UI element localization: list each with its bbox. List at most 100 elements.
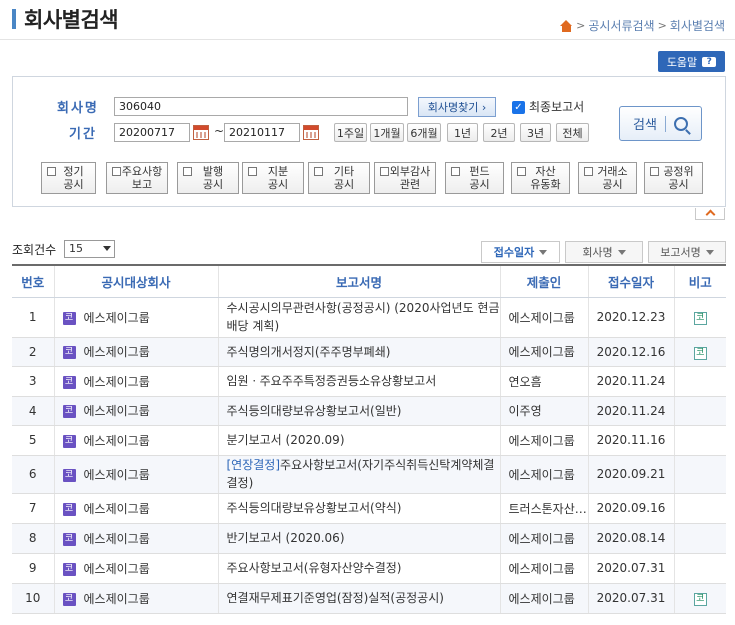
category-major-report[interactable]: 주요사항 보고: [106, 162, 168, 194]
breadcrumb-item-company-search[interactable]: 회사별검색: [670, 17, 725, 34]
kosdaq-icon: 코: [62, 468, 76, 482]
help-button[interactable]: 도움말 ?: [658, 51, 725, 72]
submitter-cell: 에스제이그룹: [499, 297, 588, 338]
period-2year-button[interactable]: 2년: [483, 123, 515, 142]
company-name-link[interactable]: 에스제이그룹: [84, 345, 150, 359]
period-1month-button[interactable]: 1개월: [370, 123, 404, 142]
category-checkbox[interactable]: [650, 167, 659, 176]
note-cell: [673, 493, 726, 524]
find-company-button[interactable]: 회사명찾기 ›: [418, 97, 496, 117]
row-number: 2: [12, 337, 54, 367]
kosdaq-note-icon[interactable]: 코: [693, 593, 707, 606]
row-number: 9: [12, 553, 54, 584]
company-name-link[interactable]: 에스제이그룹: [84, 532, 150, 546]
category-equity-disclosure[interactable]: 지분 공시: [242, 162, 304, 194]
kosdaq-note-icon[interactable]: 코: [693, 346, 707, 360]
category-checkbox[interactable]: [183, 167, 192, 176]
calendar-icon[interactable]: [193, 125, 209, 140]
company-cell: 코 에스제이그룹: [53, 396, 218, 426]
category-asset-securitization[interactable]: 자산 유동화: [511, 162, 570, 194]
receipt-date: 2020.12.16: [587, 337, 674, 367]
kosdaq-icon: 코: [62, 405, 76, 418]
sort-label: 회사명: [582, 246, 613, 259]
category-exchange-disclosure[interactable]: 거래소 공시: [578, 162, 637, 194]
category-fund-disclosure[interactable]: 펀드 공시: [445, 162, 504, 194]
table-row: 8 코 에스제이그룹 반기보고서 (2020.06) 에스제이그룹 2020.08.14: [12, 523, 726, 554]
category-other-disclosure[interactable]: 기타 공시: [308, 162, 370, 194]
note-cell: [673, 455, 726, 494]
category-checkbox[interactable]: [584, 167, 593, 176]
kosdaq-note-icon[interactable]: 코: [693, 312, 707, 325]
help-button-label: 도움말: [666, 55, 698, 69]
period-all-button[interactable]: 전체: [556, 123, 589, 142]
category-checkbox[interactable]: [248, 167, 257, 176]
category-ftc-disclosure[interactable]: 공정위 공시: [644, 162, 703, 194]
report-name-link[interactable]: [연장결정]주요사항보고서(자기주식취득신탁계약체결결정): [217, 455, 500, 494]
count-select[interactable]: 15: [64, 240, 115, 258]
category-periodic-disclosure[interactable]: 정기 공시: [41, 162, 96, 194]
question-icon: ?: [702, 56, 717, 67]
category-checkbox[interactable]: [314, 167, 323, 176]
date-to-input[interactable]: 20210117: [224, 123, 300, 142]
report-name-link[interactable]: 연결재무제표기준영업(잠정)실적(공정공시): [217, 583, 500, 614]
category-checkbox[interactable]: [380, 167, 389, 176]
sort-by-company-button[interactable]: 회사명: [565, 241, 643, 263]
search-panel: 회사명 306040 회사명찾기 › ✓ 최종보고서 기간 20200717 ~…: [12, 76, 726, 207]
report-name-link[interactable]: 분기보고서 (2020.09): [217, 425, 500, 456]
breadcrumb: > 공시서류검색 > 회사별검색: [560, 17, 725, 34]
period-1week-button[interactable]: 1주일: [334, 123, 367, 142]
sort-by-date-button[interactable]: 접수일자: [481, 241, 560, 263]
category-checkbox[interactable]: [112, 167, 121, 176]
category-external-audit[interactable]: 외부감사 관련: [374, 162, 436, 194]
kosdaq-icon: 코: [62, 502, 76, 516]
report-name-link[interactable]: 주식등의대량보유상황보고서(약식): [217, 493, 500, 524]
final-report-checkbox[interactable]: ✓: [512, 101, 525, 114]
category-checkbox[interactable]: [47, 167, 56, 176]
period-1year-button[interactable]: 1년: [447, 123, 478, 142]
note-cell: 코: [673, 583, 726, 614]
period-6month-button[interactable]: 6개월: [407, 123, 441, 142]
search-button[interactable]: 검색: [619, 106, 702, 141]
report-tag[interactable]: [연장결정]: [227, 458, 281, 472]
category-issuance-disclosure[interactable]: 발행 공시: [177, 162, 239, 194]
company-name-link[interactable]: 에스제이그룹: [84, 311, 150, 325]
col-header-date: 접수일자: [587, 264, 674, 298]
company-input[interactable]: 306040: [114, 97, 408, 116]
report-name-link[interactable]: 수시공시의무관련사항(공정공시) (2020사업년도 현금배당 계획): [217, 297, 500, 338]
report-name-link[interactable]: 주요사항보고서(유형자산양수결정): [217, 553, 500, 584]
page-header: 회사별검색 > 공시서류검색 > 회사별검색: [0, 0, 735, 40]
company-name-link[interactable]: 에스제이그룹: [84, 434, 150, 448]
date-from-input[interactable]: 20200717: [114, 123, 190, 142]
breadcrumb-item-disclosure-search[interactable]: 공시서류검색: [588, 17, 654, 34]
calendar-icon[interactable]: [303, 125, 319, 140]
company-name-link[interactable]: 에스제이그룹: [84, 502, 150, 516]
row-number: 7: [12, 493, 54, 524]
receipt-date: 2020.11.24: [587, 366, 674, 397]
kosdaq-icon: 코: [62, 311, 76, 325]
chevron-down-icon: [539, 249, 548, 255]
company-name-link[interactable]: 에스제이그룹: [84, 562, 150, 576]
category-line2: 공시: [668, 178, 689, 191]
col-header-submitter: 제출인: [499, 264, 588, 298]
home-icon[interactable]: [560, 19, 573, 32]
kosdaq-icon: 코: [62, 532, 76, 546]
category-checkbox[interactable]: [451, 167, 460, 176]
collapse-panel-button[interactable]: [695, 208, 725, 220]
company-name-link[interactable]: 에스제이그룹: [84, 592, 150, 606]
report-name-link[interactable]: 주식명의개서정지(주주명부폐쇄): [217, 337, 500, 367]
table-row: 4 코 에스제이그룹 주식등의대량보유상황보고서(일반) 이주영 2020.11.24: [12, 396, 726, 426]
receipt-date: 2020.09.21: [587, 455, 674, 494]
category-checkbox[interactable]: [517, 167, 526, 176]
company-name-link[interactable]: 에스제이그룹: [84, 468, 150, 482]
report-name-link[interactable]: 임원ㆍ주요주주특정증권등소유상황보고서: [217, 366, 500, 397]
category-line2: 공시: [469, 178, 490, 191]
company-label: 회사명: [57, 101, 99, 116]
report-name-link[interactable]: 반기보고서 (2020.06): [217, 523, 500, 554]
report-name-link[interactable]: 주식등의대량보유상황보고서(일반): [217, 396, 500, 426]
sort-by-report-button[interactable]: 보고서명: [648, 241, 726, 263]
company-name-link[interactable]: 에스제이그룹: [84, 404, 150, 418]
results-table: 번호 공시대상회사 보고서명 제출인 접수일자 비고 1 코 에스제이그룹 수시공시의…: [12, 264, 726, 614]
period-3year-button[interactable]: 3년: [520, 123, 551, 142]
report-title: 반기보고서 (2020.06): [226, 531, 345, 545]
company-name-link[interactable]: 에스제이그룹: [84, 375, 150, 389]
